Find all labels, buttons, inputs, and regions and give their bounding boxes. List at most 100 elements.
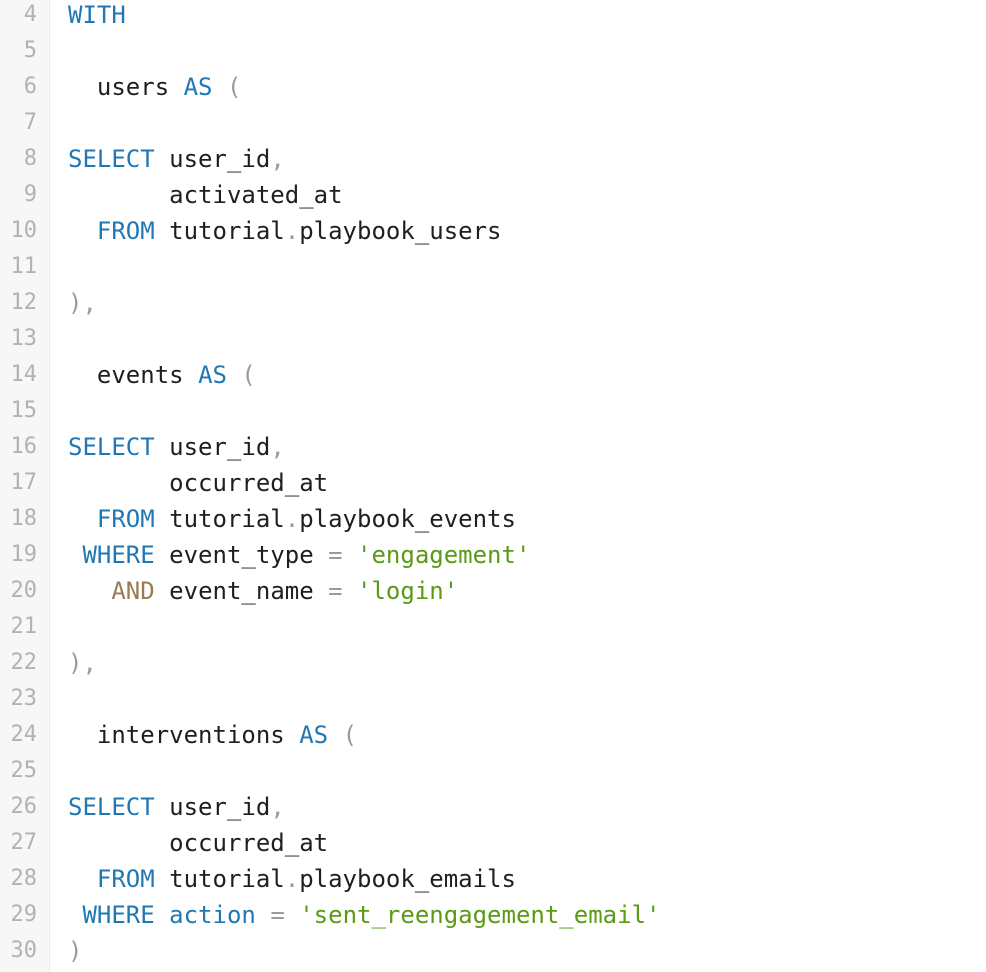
code-token-ws [343,577,357,605]
code-token-punct: ( [226,73,242,101]
code-token-str: 'sent_reengagement_email' [299,901,661,929]
code-line[interactable]: SELECT user_id, [68,432,986,468]
code-token-ws [285,721,299,749]
code-token-id: user_id [169,433,271,461]
code-line[interactable]: WITH [68,0,986,36]
line-number: 19 [10,542,38,567]
line-number: 17 [10,470,38,495]
line-number: 28 [10,866,38,891]
code-line[interactable]: FROM tutorial.playbook_emails [68,864,986,900]
code-line[interactable]: ​ [68,324,986,360]
line-number: 30 [10,938,38,963]
code-line[interactable]: occurred_at [68,828,986,864]
code-token-ws [314,577,328,605]
code-token-kw: WHERE [82,541,155,569]
code-line[interactable]: occurred_at [68,468,986,504]
line-number: 18 [10,506,38,531]
line-number-gutter: 4 5 6 7 8 9 10 11 12 13 14 15 16 17 18 19 20 21 22 23 24 25 26… [0,0,50,972]
code-line[interactable]: ), [68,288,986,324]
code-line[interactable]: interventions AS ( [68,720,986,756]
code-token-ws [68,361,97,389]
code-token-ws [155,793,169,821]
code-token-kw: SELECT [68,793,155,821]
code-token-ws [155,505,169,533]
code-token-punct: ( [241,361,256,389]
code-line[interactable]: SELECT user_id, [68,792,986,828]
code-token-ws [68,829,169,857]
line-number: 5 [23,38,37,63]
code-line[interactable]: ​ [68,252,986,288]
code-token-ws [155,865,169,893]
code-token-kw: WITH [68,1,126,29]
code-token-op: = [328,541,343,569]
code-token-kw: FROM [96,217,155,245]
code-token-kw: SELECT [68,433,155,461]
code-token-id: event_name [169,577,314,605]
line-number: 14 [10,362,38,387]
sql-code-editor[interactable]: 4 5 6 7 8 9 10 11 12 13 14 15 16 17 18 19 20 21 22 23 24 25 26… [0,0,986,972]
code-token-ws [314,541,328,569]
code-line[interactable]: FROM tutorial.playbook_users [68,216,986,252]
line-number: 27 [10,830,38,855]
code-token-punct: . [284,865,300,893]
code-token-ws [328,721,342,749]
code-line[interactable]: ​ [68,756,986,792]
code-token-punct: . [284,217,300,245]
code-line[interactable]: ) [68,936,986,972]
code-token-id: tutorial [169,865,285,893]
line-number: 26 [10,794,38,819]
code-token-ws [68,73,97,101]
code-token-kw: AS [198,361,227,389]
code-area[interactable]: WITH​ users AS (​SELECT user_id, activat… [50,0,986,972]
line-number: 23 [10,686,38,711]
code-token-id: occurred_at [169,469,329,497]
code-token-ws [68,577,111,605]
code-token-id: tutorial [169,505,285,533]
code-token-id: playbook_events [299,505,516,533]
line-number: 10 [10,218,38,243]
code-line[interactable]: WHERE action = 'sent_reengagement_email' [68,900,986,936]
code-token-ws [343,541,357,569]
code-token-ws [68,901,82,929]
line-number: 29 [10,902,38,927]
code-token-ws [68,217,97,245]
code-token-id: event_type [169,541,314,569]
line-number: 7 [23,110,37,135]
code-line[interactable]: ), [68,648,986,684]
code-token-ws [155,217,169,245]
code-line[interactable]: FROM tutorial.playbook_events [68,504,986,540]
code-token-id: user_id [169,145,271,173]
code-line[interactable]: ​ [68,396,986,432]
line-number: 12 [10,290,38,315]
code-token-id: users [96,73,170,101]
code-line[interactable]: WHERE event_type = 'engagement' [68,540,986,576]
code-token-ws [155,577,169,605]
code-token-punct: ), [68,649,97,677]
code-line[interactable]: users AS ( [68,72,986,108]
line-number: 9 [23,182,37,207]
code-line[interactable]: ​ [68,108,986,144]
line-number: 21 [10,614,38,639]
code-line[interactable]: SELECT user_id, [68,144,986,180]
code-token-ws [68,505,97,533]
code-line[interactable]: activated_at [68,180,986,216]
code-line[interactable]: AND event_name = 'login' [68,576,986,612]
line-number: 8 [23,146,37,171]
code-line[interactable]: ​ [68,684,986,720]
code-token-kw: AS [299,721,329,749]
code-token-ws [227,361,241,389]
code-token-punct: ) [68,937,83,965]
code-token-punct: , [270,145,285,173]
line-number: 15 [10,398,38,423]
code-token-kw: action [169,901,256,929]
line-number: 4 [23,2,37,27]
code-line[interactable]: events AS ( [68,360,986,396]
code-token-kw: WHERE [82,901,155,929]
code-token-ws [213,73,227,101]
code-token-ws [155,145,169,173]
code-line[interactable]: ​ [68,36,986,72]
code-token-id: playbook_users [299,217,502,245]
code-token-ws [155,901,169,929]
line-number: 24 [10,722,38,747]
code-line[interactable]: ​ [68,612,986,648]
